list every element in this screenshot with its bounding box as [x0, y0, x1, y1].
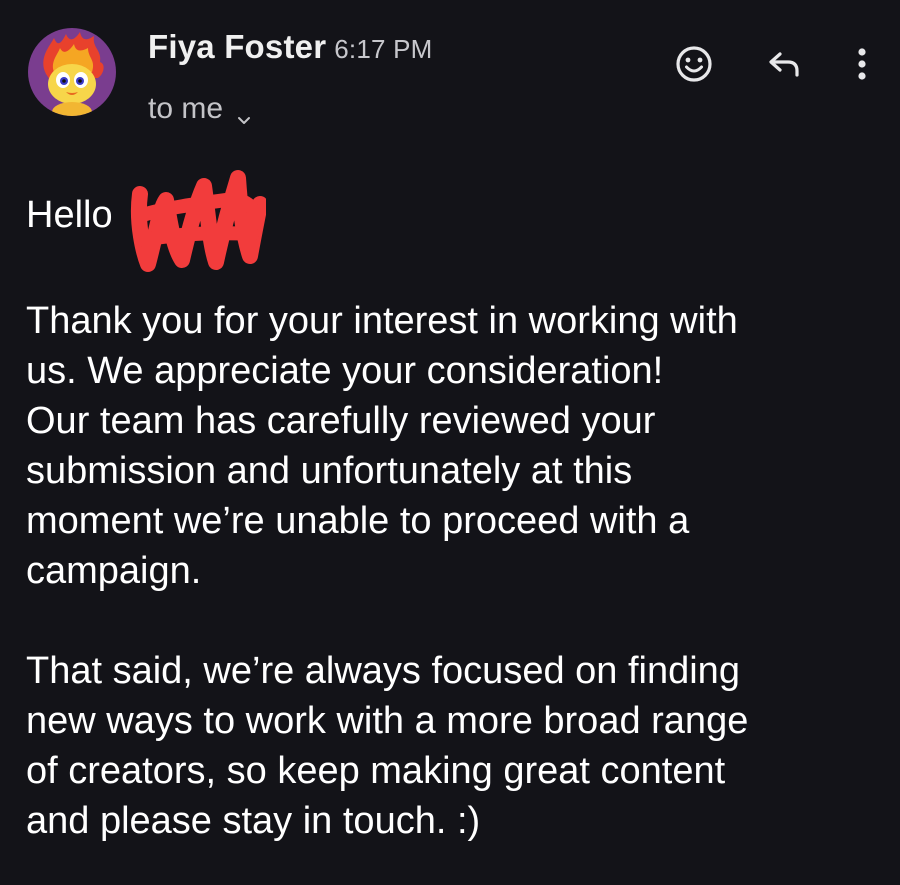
body-line: moment we’re unable to proceed with a: [26, 500, 690, 542]
body-line: campaign.: [26, 550, 202, 592]
sender-name[interactable]: Fiya Foster: [148, 28, 326, 65]
email-body: Hello! Thank you for your interest in wo…: [26, 170, 886, 846]
paragraph-1: Thank you for your interest in working w…: [26, 296, 886, 596]
greeting: Hello!: [26, 170, 886, 272]
flame-mascot-avatar-icon: [28, 28, 116, 116]
redaction-scribble: [130, 170, 266, 272]
more-vertical-icon[interactable]: [838, 40, 886, 88]
body-line: us. We appreciate your consideration!: [26, 350, 664, 392]
body-line: Thank you for your interest in working w…: [26, 300, 738, 342]
paragraph-2: That said, we’re always focused on findi…: [26, 646, 886, 846]
body-line: and please stay in touch. :): [26, 800, 481, 842]
body-line: Our team has carefully reviewed your: [26, 400, 656, 442]
body-line: of creators, so keep making great conten…: [26, 750, 726, 792]
sender-avatar[interactable]: [28, 28, 116, 116]
recipient-label: to me: [148, 92, 224, 125]
body-line: submission and unfortunately at this: [26, 450, 633, 492]
sender-name-line: Fiya Foster 6:17 PM: [148, 28, 433, 66]
sent-time: 6:17 PM: [334, 34, 433, 64]
smiley-face-icon[interactable]: [670, 40, 718, 88]
greeting-prefix: Hello: [26, 194, 113, 236]
recipient-details-toggle[interactable]: to me: [148, 92, 251, 126]
body-line: new ways to work with a more broad range: [26, 700, 749, 742]
chevron-down-icon[interactable]: [237, 102, 251, 124]
reply-arrow-icon[interactable]: [760, 40, 808, 88]
body-line: That said, we’re always focused on findi…: [26, 650, 740, 692]
email-header: Fiya Foster 6:17 PM to me: [0, 0, 900, 150]
